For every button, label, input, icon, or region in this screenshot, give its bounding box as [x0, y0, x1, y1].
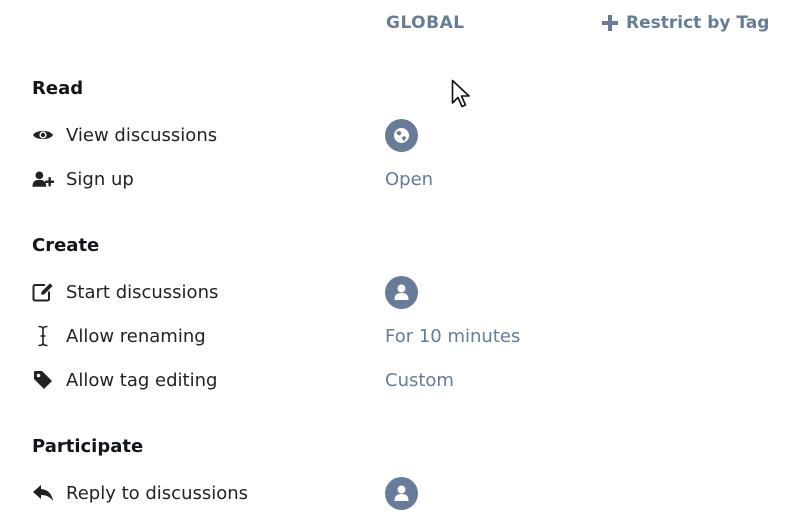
permission-value-sign-up[interactable]: Open	[385, 169, 433, 190]
permission-value-view-discussions[interactable]	[385, 118, 418, 152]
permission-label: View discussions	[66, 124, 218, 146]
globe-icon	[394, 127, 409, 143]
permission-row-allow-tag-editing: Allow tag editing Custom	[32, 364, 772, 396]
permission-value-allow-tag-editing[interactable]: Custom	[385, 370, 454, 391]
column-header-global: GLOBAL	[386, 13, 465, 33]
plus-icon	[602, 15, 618, 31]
permission-row-sign-up: Sign up Open	[32, 163, 772, 195]
eye-icon	[32, 124, 54, 146]
section-title-read: Read	[32, 78, 84, 99]
section-title-participate: Participate	[32, 436, 144, 457]
members-badge[interactable]	[385, 476, 418, 510]
i-cursor-icon	[32, 325, 54, 347]
permission-label: Start discussions	[66, 281, 219, 303]
permission-label: Reply to discussions	[66, 482, 249, 504]
restrict-by-tag-button[interactable]: Restrict by Tag	[602, 13, 769, 33]
user-icon	[394, 485, 409, 501]
user-plus-icon	[32, 168, 54, 190]
edit-icon	[32, 281, 54, 303]
permission-value-allow-renaming[interactable]: For 10 minutes	[385, 326, 520, 347]
permission-row-start-discussions: Start discussions	[32, 275, 772, 309]
permission-label: Allow tag editing	[66, 369, 218, 391]
section-title-create: Create	[32, 235, 100, 256]
members-badge[interactable]	[385, 275, 418, 309]
permission-label: Allow renaming	[66, 325, 206, 347]
permission-row-reply-to-discussions: Reply to discussions	[32, 476, 772, 510]
permission-value-start-discussions[interactable]	[385, 275, 418, 309]
reply-icon	[32, 482, 54, 504]
restrict-by-tag-label: Restrict by Tag	[626, 13, 770, 33]
user-icon	[394, 284, 409, 300]
tag-icon	[32, 369, 54, 391]
permission-value-reply-to-discussions[interactable]	[385, 476, 418, 510]
permission-row-view-discussions: View discussions	[32, 118, 772, 152]
permission-row-allow-renaming: Allow renaming For 10 minutes	[32, 320, 772, 352]
permission-label: Sign up	[66, 168, 134, 190]
everyone-badge[interactable]	[385, 118, 418, 152]
mouse-cursor-icon	[451, 79, 470, 108]
